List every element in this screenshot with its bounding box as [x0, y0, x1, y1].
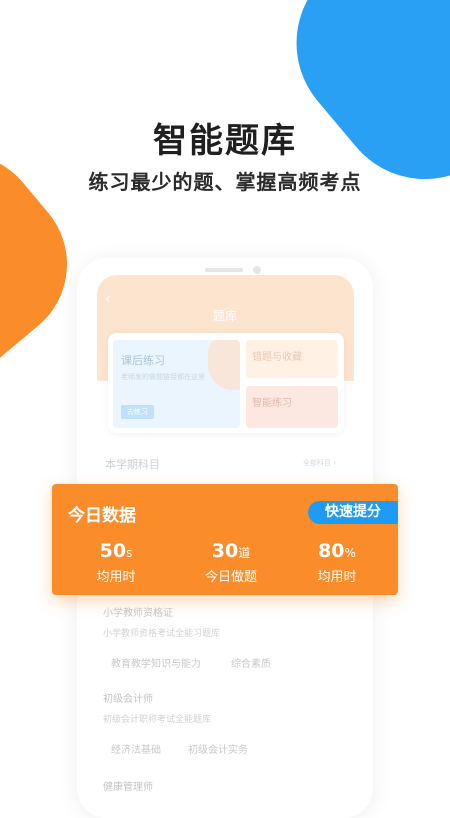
- card-subtitle: 老师发的做题链接都在这里: [121, 373, 205, 381]
- back-arrow-icon[interactable]: ‹: [105, 291, 111, 307]
- semester-subjects-title: 本学期科目: [105, 458, 160, 471]
- card-after-class-practice[interactable]: 课后练习 老师发的做题链接都在这里 去练习: [113, 340, 240, 428]
- app-title: 题库: [212, 309, 237, 323]
- stat-label: 均用时: [317, 570, 357, 585]
- card-smart-practice[interactable]: 智能练习: [246, 386, 338, 428]
- card-title: 课后练习: [121, 354, 165, 367]
- panel-title: 今日数据: [68, 506, 136, 526]
- stat-unit: s: [126, 546, 133, 560]
- page-subheadline: 练习最少的题、掌握高频考点: [88, 170, 362, 194]
- subject-subtitle: 初级会计职称考试全能题库: [103, 715, 212, 725]
- card-decoration: [208, 340, 240, 390]
- page-headline: 智能题库: [153, 121, 297, 161]
- subject-title[interactable]: 初级会计师: [103, 690, 153, 705]
- phone-camera: [253, 266, 261, 274]
- quick-boost-button[interactable]: 快速提分: [308, 501, 398, 524]
- subject-title[interactable]: 健康管理师: [103, 778, 153, 793]
- stat-label: 今日做题: [204, 570, 257, 585]
- all-subjects-link[interactable]: 全部科目 ›: [303, 458, 336, 468]
- stat-value: 50: [99, 540, 127, 562]
- stat-avg-time: 50s 均用时: [61, 540, 171, 585]
- stat-unit: 道: [238, 546, 251, 560]
- stat-today-questions: 30道 今日做题: [176, 540, 286, 585]
- subject-subtitle: 小学教师资格考试全能习题库: [103, 629, 221, 639]
- feature-cards: 课后练习 老师发的做题链接都在这里 去练习 错题与收藏 智能练习: [108, 333, 344, 433]
- stat-unit: %: [344, 546, 356, 560]
- card-label: 智能练习: [252, 398, 292, 409]
- stat-accuracy: 80% 均用时: [282, 540, 392, 585]
- subject-chip[interactable]: 教育教学知识与能力: [111, 655, 201, 670]
- go-practice-button[interactable]: 去练习: [121, 405, 154, 419]
- stat-value: 80: [318, 540, 345, 562]
- stat-value: 30: [211, 540, 239, 562]
- stat-label: 均用时: [96, 570, 136, 585]
- phone-speaker: [205, 268, 243, 272]
- subject-chip[interactable]: 综合素质: [231, 655, 271, 670]
- subject-chip[interactable]: 经济法基础: [111, 741, 161, 756]
- card-label: 错题与收藏: [252, 352, 302, 363]
- card-errors-favorites[interactable]: 错题与收藏: [246, 340, 338, 378]
- today-data-panel: 今日数据 快速提分 50s 均用时 30道 今日做题 80% 均用时: [52, 484, 398, 595]
- subject-chip[interactable]: 初级会计实务: [188, 741, 248, 756]
- subject-title[interactable]: 小学教师资格证: [103, 604, 173, 619]
